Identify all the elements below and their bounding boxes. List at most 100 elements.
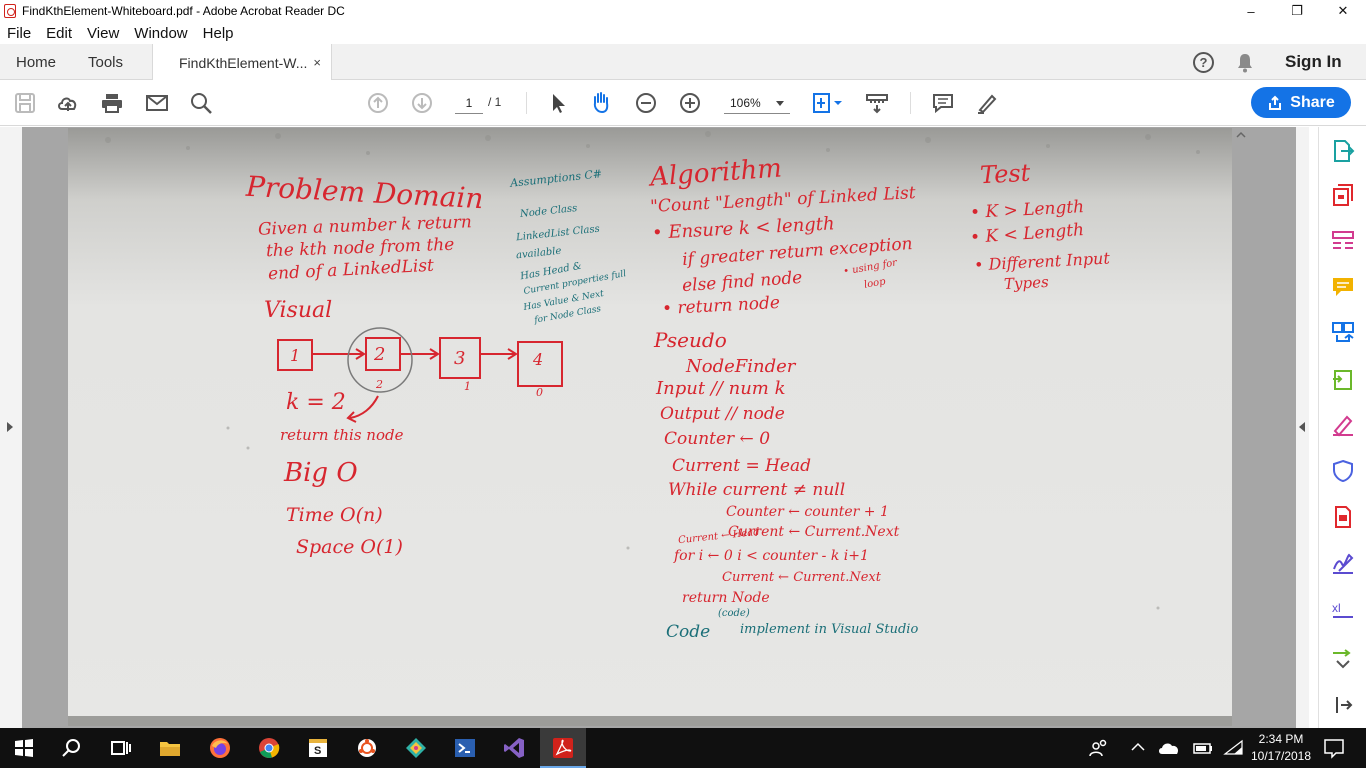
organize-pages-icon[interactable] [1331, 367, 1355, 391]
share-button[interactable]: Share [1251, 87, 1351, 118]
hand-tool-icon[interactable] [590, 91, 612, 113]
code-label: Code [666, 622, 711, 642]
scroll-up-icon[interactable] [1232, 128, 1250, 142]
slack-app-icon[interactable]: S [306, 736, 330, 760]
more-tools-icon[interactable]: xl [1331, 597, 1355, 621]
firefox-icon[interactable] [208, 736, 232, 760]
collapse-pane-icon[interactable] [1331, 693, 1355, 717]
ubuntu-icon[interactable] [355, 736, 379, 760]
onedrive-icon[interactable] [1157, 736, 1181, 760]
pseudo-line-2: Input // num k [656, 378, 786, 399]
tab-document-label: FindKthElement-W... [179, 54, 308, 71]
expand-tools-icon[interactable] [1331, 647, 1355, 671]
toolbar-divider [526, 92, 527, 114]
email-icon[interactable] [146, 92, 168, 114]
svg-text:xl: xl [1332, 601, 1341, 615]
left-panel-toggle[interactable] [0, 127, 22, 728]
close-window-button[interactable]: ✕ [1320, 0, 1366, 22]
node-index-1: 1 [464, 380, 471, 393]
acrobat-taskbar-icon[interactable] [551, 736, 575, 760]
maximize-button[interactable]: ❐ [1274, 0, 1320, 22]
window-controls: – ❐ ✕ [1228, 0, 1366, 22]
tab-bar: Home Tools FindKthElement-W... × ? Sign … [0, 44, 1366, 81]
pseudo-title: Pseudo [654, 328, 727, 352]
zoom-out-icon[interactable] [635, 92, 657, 114]
page-number-input[interactable]: 1 [455, 92, 483, 114]
gitkraken-icon[interactable] [404, 736, 428, 760]
test-title: Test [979, 158, 1032, 190]
edit-pdf-icon[interactable] [1331, 229, 1355, 253]
right-panel-toggle[interactable] [1296, 127, 1309, 728]
svg-text:S: S [314, 745, 321, 757]
node-4: 4 [533, 350, 544, 369]
test-line-4: Types [1003, 272, 1050, 294]
collapse-right-icon [1299, 422, 1305, 432]
export-pdf-icon[interactable] [1331, 139, 1355, 163]
people-icon[interactable] [1087, 736, 1111, 760]
menu-help[interactable]: Help [203, 25, 234, 42]
upload-cloud-icon[interactable] [57, 92, 79, 114]
print-icon[interactable] [101, 92, 123, 114]
acrobat-app-icon [4, 4, 16, 18]
help-icon[interactable]: ? [1193, 52, 1214, 73]
task-view-icon[interactable] [108, 736, 132, 760]
zoom-in-icon[interactable] [679, 92, 701, 114]
pdf-pack-icon[interactable] [1331, 505, 1355, 529]
powershell-icon[interactable] [453, 736, 477, 760]
comment-tool-icon[interactable] [1331, 275, 1355, 299]
protect-shield-icon[interactable] [1331, 459, 1355, 483]
wifi-icon[interactable] [1222, 736, 1246, 760]
tab-home[interactable]: Home [16, 44, 56, 80]
chrome-icon[interactable] [257, 736, 281, 760]
save-icon[interactable] [14, 92, 36, 114]
chevron-up-icon[interactable] [1126, 736, 1150, 760]
menu-view[interactable]: View [87, 25, 119, 42]
fit-page-icon[interactable] [812, 92, 844, 114]
chevron-down-icon [776, 101, 784, 106]
select-arrow-icon[interactable] [548, 92, 570, 114]
pseudo-line-6: While current ≠ null [668, 480, 846, 500]
search-taskbar-icon[interactable] [60, 736, 84, 760]
k-equals-label: k = 2 [286, 390, 346, 415]
previous-page-icon[interactable] [367, 92, 389, 114]
pseudo-line-10: for i ← 0 i < counter - k i+1 [674, 548, 869, 564]
notifications-icon[interactable] [1322, 736, 1346, 760]
pseudo-line-3: Output // node [660, 404, 785, 424]
send-for-signature-icon[interactable] [1331, 551, 1355, 575]
fill-sign-icon[interactable] [1331, 413, 1355, 437]
windows-start-icon[interactable] [12, 736, 36, 760]
file-explorer-icon[interactable] [158, 736, 182, 760]
combine-files-icon[interactable] [1331, 321, 1355, 345]
create-pdf-icon[interactable] [1331, 183, 1355, 207]
tab-document[interactable]: FindKthElement-W... × [152, 44, 332, 81]
clock-date: 10/17/2018 [1250, 749, 1312, 763]
close-tab-icon[interactable]: × [313, 55, 321, 70]
menu-file[interactable]: File [7, 25, 31, 42]
minimize-button[interactable]: – [1228, 0, 1274, 22]
tab-tools[interactable]: Tools [88, 44, 123, 80]
next-page-icon[interactable] [411, 92, 433, 114]
system-clock[interactable]: 2:34 PM 10/17/2018 [1246, 731, 1316, 765]
code-note: (code) [718, 608, 750, 619]
battery-icon[interactable] [1191, 736, 1215, 760]
visual-studio-icon[interactable] [502, 736, 526, 760]
menu-edit[interactable]: Edit [46, 25, 72, 42]
pseudo-line-1: NodeFinder [686, 356, 796, 377]
share-icon [1269, 95, 1282, 110]
read-mode-icon[interactable] [866, 92, 888, 114]
node-1: 1 [290, 346, 301, 365]
menu-window[interactable]: Window [134, 25, 187, 42]
search-icon[interactable] [190, 92, 212, 114]
return-this-node-label: return this node [280, 426, 404, 444]
linked-list-diagram [277, 327, 563, 423]
code-text: implement in Visual Studio [740, 622, 919, 637]
highlight-pen-icon[interactable] [976, 92, 998, 114]
comment-icon[interactable] [932, 92, 954, 114]
pseudo-line-7: Counter ← counter + 1 [726, 504, 889, 520]
sign-in-link[interactable]: Sign In [1285, 52, 1342, 72]
notifications-bell-icon[interactable] [1236, 53, 1254, 73]
clock-time: 2:34 PM [1258, 732, 1304, 746]
node-index-2: 2 [376, 378, 383, 391]
time-complexity: Time O(n) [286, 504, 383, 526]
zoom-level-select[interactable]: 106% [724, 92, 790, 114]
